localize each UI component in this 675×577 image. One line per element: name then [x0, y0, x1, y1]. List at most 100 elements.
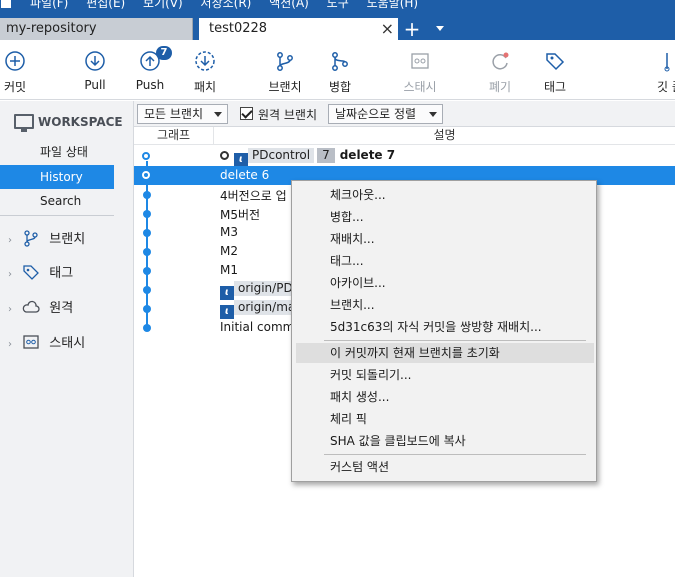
chevron-right-icon: › — [8, 235, 12, 246]
context-menu: 체크아웃... 병합... 재배치... 태그... 아카이브... 브랜치..… — [291, 180, 597, 482]
menu-repository[interactable]: 저장소(R) — [201, 0, 252, 10]
menu-view[interactable]: 보기(V) — [143, 0, 183, 10]
gitflow-button[interactable]: 깃 플 — [640, 50, 675, 95]
menu-item-checkout[interactable]: 체크아웃... — [296, 185, 594, 205]
commit-message: M5버전 — [220, 208, 261, 222]
remote-branches-checkbox[interactable] — [240, 107, 253, 120]
head-indicator-icon — [220, 151, 229, 160]
commit-node — [142, 152, 150, 160]
commit-list-header: 그래프 설명 — [134, 127, 675, 145]
menu-action[interactable]: 액션(A) — [269, 0, 309, 10]
menu-edit[interactable]: 편집(E) — [86, 0, 125, 10]
menu-tools[interactable]: 도구 — [327, 0, 349, 10]
sidebar-group-branches[interactable]: › 브랜치 — [0, 229, 134, 251]
commit-message: M1 — [220, 263, 238, 277]
commit-message: Initial commi — [220, 320, 298, 334]
remote-branch-label: origin/ma — [234, 300, 300, 315]
discard-icon — [492, 52, 509, 70]
sort-value: 날짜순으로 정렬 — [335, 107, 417, 121]
sort-dropdown[interactable]: 날짜순으로 정렬 — [328, 104, 443, 124]
tag-button[interactable]: 태그 — [525, 50, 585, 95]
branch-filter-dropdown[interactable]: 모든 브랜치 — [137, 104, 228, 124]
stash-icon — [23, 335, 39, 349]
commit-refs: ɩ origin/ma — [220, 300, 302, 319]
menu-item-revert-commit[interactable]: 커밋 되돌리기... — [296, 365, 594, 385]
sidebar-group-stashes[interactable]: › 스태시 — [0, 333, 134, 355]
commit-row[interactable]: ɩ PDcontrol 7 delete 7 — [134, 147, 675, 167]
pull-button[interactable]: Pull — [65, 50, 125, 92]
add-tab-icon[interactable]: + — [403, 18, 421, 40]
chevron-right-icon: › — [8, 304, 12, 315]
commit-message: 4버전으로 업 — [220, 189, 287, 203]
commit-message: M3 — [220, 225, 238, 239]
sidebar-group-label: 브랜치 — [49, 232, 86, 247]
menu-separator — [324, 340, 586, 341]
push-button[interactable]: 7 Push — [120, 46, 180, 92]
commit-node — [143, 229, 151, 237]
commit-node — [143, 286, 151, 294]
plus-circle-icon — [5, 51, 25, 71]
chevron-right-icon: › — [8, 339, 12, 350]
pull-icon — [85, 51, 105, 71]
menu-help[interactable]: 도움말(H) — [367, 0, 419, 10]
chevron-right-icon: › — [8, 269, 12, 280]
commit-button[interactable]: 커밋 — [0, 50, 45, 95]
gitflow-icon — [664, 53, 670, 72]
stash-icon — [411, 53, 429, 69]
branch-icon: ɩ — [220, 286, 234, 300]
branch-button[interactable]: 브랜치 — [255, 50, 315, 95]
merge-icon — [332, 52, 348, 71]
stash-button[interactable]: 스태시 — [390, 50, 450, 95]
cloud-icon — [22, 300, 40, 313]
graph-column-header[interactable]: 그래프 — [134, 127, 214, 145]
app-icon — [1, 0, 11, 8]
discard-button[interactable]: 폐기 — [470, 50, 530, 95]
tag-icon — [546, 53, 565, 71]
commit-node — [142, 171, 150, 179]
menu-item-custom-actions[interactable]: 커스텀 액션 — [296, 457, 594, 477]
menu-item-create-patch[interactable]: 패치 생성... — [296, 387, 594, 407]
sidebar-group-remotes[interactable]: › 원격 — [0, 298, 134, 320]
close-tab-icon[interactable]: × — [381, 18, 394, 40]
menu-item-reset-branch[interactable]: 이 커밋까지 현재 브랜치를 초기화 — [296, 343, 594, 363]
fetch-button[interactable]: 패치 — [175, 50, 235, 95]
menu-item-merge[interactable]: 병합... — [296, 207, 594, 227]
menu-item-copy-sha[interactable]: SHA 값을 클립보드에 복사 — [296, 431, 594, 451]
menu-separator — [324, 454, 586, 455]
menu-item-archive[interactable]: 아카이브... — [296, 273, 594, 293]
sidebar-item-history[interactable]: History — [0, 165, 114, 189]
branch-icon — [277, 52, 293, 71]
sidebar-group-tags[interactable]: › 태그 — [0, 263, 134, 285]
sidebar: WORKSPACE 파일 상태 History Search › 브랜치 › 태… — [0, 101, 134, 577]
chevron-down-icon — [429, 112, 437, 117]
commit-refs: ɩ PDcontrol 7 delete 7 — [220, 148, 395, 167]
menu-bar: 파일(F) 편집(E) 보기(V) 저장소(R) 액션(A) 도구 도움말(H) — [0, 0, 675, 10]
sidebar-item-search[interactable]: Search — [0, 189, 114, 213]
menu-item-rebase[interactable]: 재배치... — [296, 229, 594, 249]
tab-dropdown-icon[interactable] — [436, 26, 444, 31]
commit-node — [143, 305, 151, 313]
commit-message: M2 — [220, 244, 238, 258]
menu-item-tag[interactable]: 태그... — [296, 251, 594, 271]
commit-message: delete 6 — [220, 168, 270, 182]
sidebar-divider — [0, 215, 114, 216]
tab-my-repository[interactable]: my-repository — [0, 18, 193, 40]
commit-node — [143, 267, 151, 275]
branch-label: PDcontrol — [248, 148, 315, 163]
tab-test0228[interactable]: test0228 × — [199, 18, 398, 40]
menu-items: 파일(F) 편집(E) 보기(V) 저장소(R) 액션(A) 도구 도움말(H) — [30, 0, 432, 10]
menu-item-cherry-pick[interactable]: 체리 픽 — [296, 409, 594, 429]
commit-message: delete 7 — [339, 148, 396, 162]
commit-node — [143, 324, 151, 332]
branch-icon: ɩ — [234, 153, 248, 167]
chevron-down-icon — [214, 112, 222, 117]
commit-node — [143, 248, 151, 256]
sidebar-group-label: 태그 — [49, 266, 74, 281]
merge-button[interactable]: 병합 — [310, 50, 370, 95]
sidebar-item-file-status[interactable]: 파일 상태 — [0, 140, 114, 164]
menu-item-interactive-rebase[interactable]: 5d31c63의 자식 커밋을 쌍방향 재배치... — [296, 317, 594, 337]
menu-file[interactable]: 파일(F) — [30, 0, 68, 10]
menu-item-branch[interactable]: 브랜치... — [296, 295, 594, 315]
description-column-header[interactable]: 설명 — [214, 127, 675, 145]
tab-bar: my-repository test0228 × + — [0, 10, 675, 40]
